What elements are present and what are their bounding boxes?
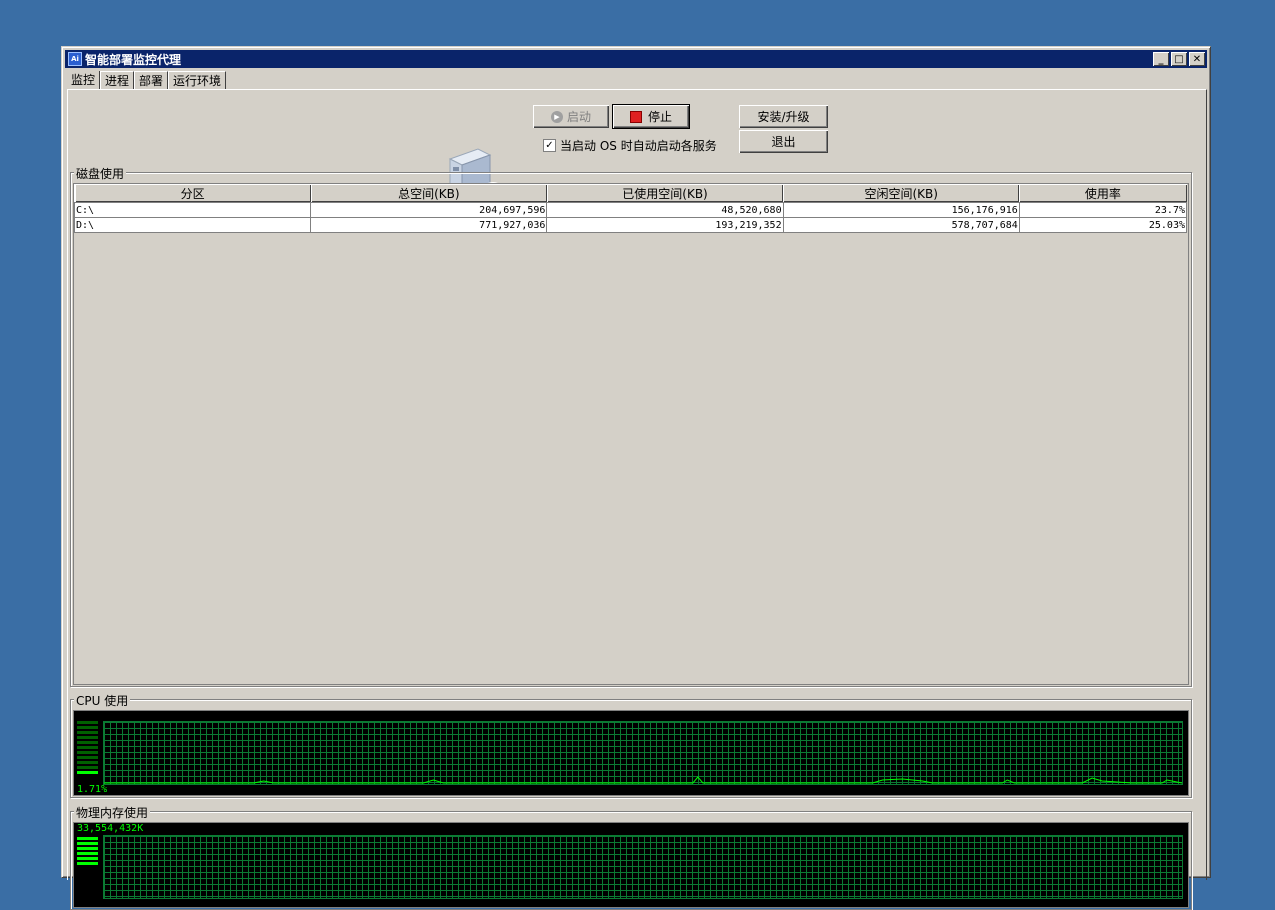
stop-icon [629,110,642,123]
cpu-value: 1.71% [77,784,108,795]
usage-cell: 23.7% [1018,202,1188,218]
cpu-usage-label: CPU 使用 [74,692,131,709]
partition-cell: C:\ [73,202,312,218]
cpu-monitor: 1.71% [73,710,1189,796]
memory-graph [103,835,1183,899]
total-cell: 771,927,036 [310,217,548,233]
free-cell: 156,176,916 [782,202,1020,218]
used-cell: 48,520,680 [546,202,784,218]
minimize-button[interactable]: _ [1153,52,1169,66]
stop-button[interactable]: 停止 [612,104,690,129]
memory-usage-label: 物理内存使用 [74,804,151,821]
cpu-usage-group: CPU 使用 1.71% [70,692,1192,798]
total-cell: 204,697,596 [310,202,548,218]
disk-table-area: 分区 总空间(KB) 已使用空间(KB) 空闲空间(KB) 使用率 C:\ 20… [73,183,1189,685]
main-window: Ai 智能部署监控代理 _ □ ✕ 监控 进程 部署 运行环境 ▶ 启动 停止 … [61,46,1211,910]
usage-cell: 25.03% [1018,217,1188,233]
tab-process[interactable]: 进程 [100,71,135,90]
disk-table: 分区 总空间(KB) 已使用空间(KB) 空闲空间(KB) 使用率 C:\ 20… [73,184,1188,233]
column-free[interactable]: 空闲空间(KB) [783,184,1020,203]
tab-deploy[interactable]: 部署 [134,71,169,90]
free-cell: 578,707,684 [782,217,1020,233]
tab-monitor[interactable]: 监控 [67,71,101,89]
table-row[interactable]: D:\ 771,927,036 193,219,352 578,707,684 … [73,217,1188,233]
cpu-meter [77,721,98,776]
tab-bar: 监控 进程 部署 运行环境 [67,71,227,90]
column-total[interactable]: 总空间(KB) [310,184,547,203]
cpu-trace [104,776,1183,784]
exit-button[interactable]: 退出 [739,130,828,153]
table-row[interactable]: C:\ 204,697,596 48,520,680 156,176,916 2… [73,202,1188,218]
install-upgrade-button[interactable]: 安装/升级 [739,105,828,128]
autostart-label: 当启动 OS 时自动启动各服务 [560,139,717,153]
used-cell: 193,219,352 [546,217,784,233]
monitor-panel: ▶ 启动 停止 安装/升级 退出 ✓ 当启动 OS 时自动启动各服务 磁盘使用 … [67,89,1207,910]
column-partition[interactable]: 分区 [74,184,311,203]
window-title: 智能部署监控代理 [85,52,182,67]
autostart-row: ✓ 当启动 OS 时自动启动各服务 [543,137,717,154]
close-button[interactable]: ✕ [1189,52,1205,66]
column-used[interactable]: 已使用空间(KB) [546,184,784,203]
title-bar[interactable]: Ai 智能部署监控代理 _ □ ✕ [65,50,1207,68]
play-icon: ▶ [550,110,563,123]
column-usage-rate[interactable]: 使用率 [1019,184,1187,203]
memory-monitor: 33,554,432K [73,822,1189,908]
maximize-button[interactable]: □ [1171,52,1187,66]
tab-runtime[interactable]: 运行环境 [168,71,227,90]
disk-usage-group: 磁盘使用 分区 总空间(KB) 已使用空间(KB) 空闲空间(KB) 使用率 C… [70,165,1192,687]
app-icon: Ai [68,52,82,66]
start-button[interactable]: ▶ 启动 [533,105,609,128]
memory-value: 33,554,432K [77,823,144,834]
autostart-checkbox[interactable]: ✓ [543,139,556,152]
memory-usage-group: 物理内存使用 33,554,432K [70,804,1192,910]
disk-usage-label: 磁盘使用 [74,165,127,182]
start-label: 启动 [566,110,591,124]
partition-cell: D:\ [73,217,312,233]
stop-label: 停止 [647,110,672,124]
cpu-graph [103,721,1183,785]
